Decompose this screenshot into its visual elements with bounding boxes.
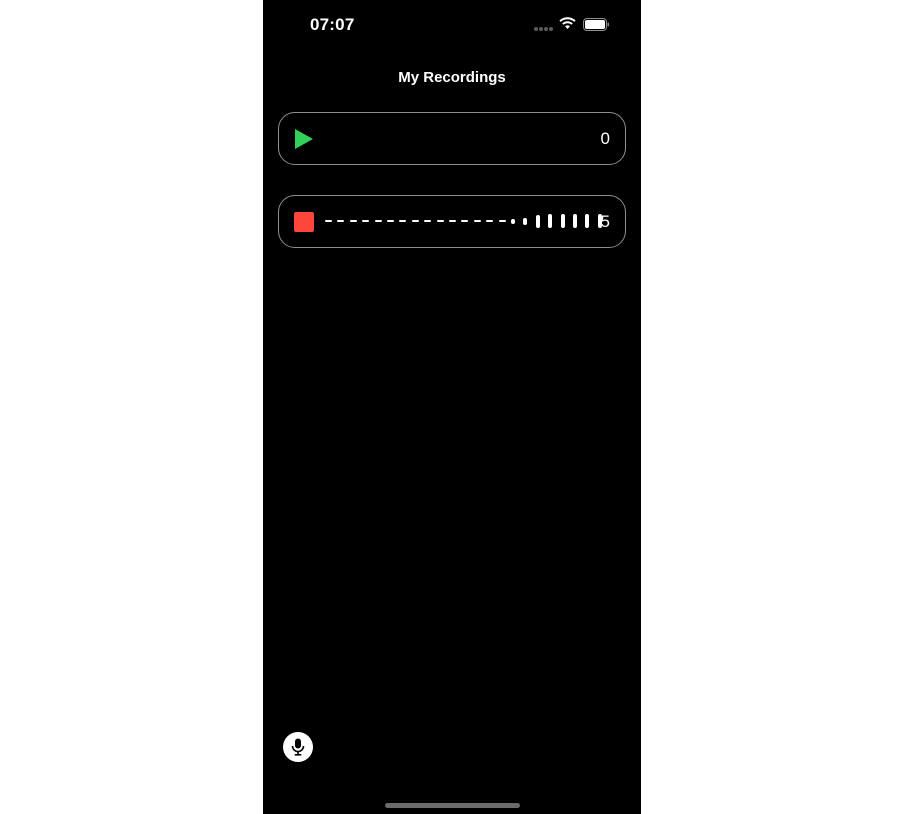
recording-count: 0 [600, 129, 610, 148]
waveform-bar [337, 220, 345, 222]
signal-dots-icon [534, 27, 554, 31]
status-time: 07:07 [310, 15, 355, 34]
recording-count: 5 [600, 212, 610, 231]
waveform-bar [486, 220, 494, 222]
waveform-bar [573, 214, 577, 228]
waveform-bar [511, 218, 515, 224]
waveform-bar [560, 214, 565, 228]
waveform-bar [548, 214, 553, 228]
waveform-bar [387, 220, 394, 222]
page-title: My Recordings [398, 69, 506, 86]
waveform [325, 196, 602, 247]
phone-screen: 07:07 My Recordings 0 5 [263, 0, 641, 814]
waveform-bar [424, 220, 432, 222]
waveform-bar [399, 220, 407, 222]
status-bar: 07:07 [263, 0, 641, 50]
waveform-bar [362, 220, 370, 222]
waveform-bar [461, 220, 469, 222]
waveform-bar [535, 214, 540, 228]
waveform-bar [374, 220, 382, 222]
stop-icon[interactable] [294, 212, 314, 232]
waveform-bar [498, 220, 506, 222]
waveform-bar [585, 214, 590, 228]
waveform-bar [473, 220, 481, 222]
play-icon[interactable] [294, 128, 314, 150]
waveform-bar [523, 217, 528, 225]
waveform-bar [325, 220, 332, 222]
wifi-icon [559, 17, 576, 29]
waveform-bar [436, 220, 444, 222]
record-button[interactable] [283, 732, 313, 762]
home-indicator[interactable] [385, 803, 520, 808]
recording-row-active[interactable]: 5 [278, 195, 626, 248]
recording-row[interactable]: 0 [278, 112, 626, 165]
waveform-bar [349, 220, 357, 222]
microphone-icon [291, 738, 305, 756]
waveform-bar [449, 220, 456, 222]
waveform-bar [411, 220, 419, 222]
battery-icon [583, 18, 609, 31]
